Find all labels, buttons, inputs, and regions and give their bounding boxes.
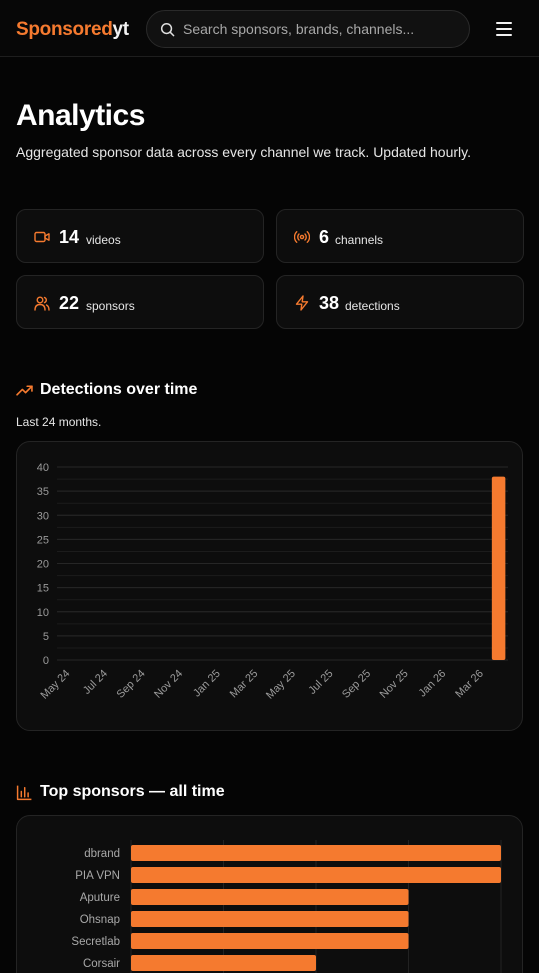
sponsor-bar bbox=[131, 955, 316, 971]
x-tick-label: Sep 25 bbox=[340, 668, 373, 701]
sponsor-label: PIA VPN bbox=[75, 870, 120, 882]
x-tick-label: Nov 24 bbox=[152, 668, 185, 701]
sponsor-bar bbox=[131, 911, 409, 927]
x-tick-label: Jul 24 bbox=[81, 668, 110, 697]
sponsor-label: Aputure bbox=[80, 892, 120, 904]
sponsor-bar bbox=[131, 845, 501, 861]
y-tick-label: 25 bbox=[37, 534, 49, 546]
section-title-text: Top sponsors — all time bbox=[40, 783, 225, 800]
x-tick-label: Jan 25 bbox=[191, 668, 223, 700]
detections-section-title: Detections over time bbox=[16, 381, 316, 401]
stat-value: 6 bbox=[319, 227, 330, 247]
stat-card-channels: 6 channels bbox=[276, 209, 524, 263]
search-input[interactable] bbox=[183, 11, 463, 47]
sponsor-label: Corsair bbox=[83, 958, 120, 970]
page-subtitle: Aggregated sponsor data across every cha… bbox=[16, 144, 471, 160]
x-tick-label: Mar 26 bbox=[453, 668, 486, 701]
logo-part-sponsored: Sponsored bbox=[16, 19, 113, 40]
y-tick-label: 15 bbox=[37, 583, 49, 595]
top-header: Sponsoredyt bbox=[0, 0, 539, 57]
users-icon bbox=[34, 296, 50, 311]
stat-card-detections: 38 detections bbox=[276, 275, 524, 329]
y-tick-label: 40 bbox=[37, 462, 49, 474]
sponsor-bar bbox=[131, 889, 409, 905]
stat-label: detections bbox=[345, 299, 400, 313]
stat-value: 14 bbox=[59, 227, 80, 247]
top-sponsors-chart: dbrand PIA VPN Aputure Ohsnap Secretlab Corsa… bbox=[71, 840, 502, 973]
x-tick-label: May 25 bbox=[264, 668, 298, 702]
menu-icon bbox=[496, 22, 512, 36]
logo-part-yt: yt bbox=[112, 19, 130, 40]
x-tick-label: Mar 25 bbox=[228, 668, 261, 701]
stat-label: videos bbox=[86, 233, 121, 247]
video-icon bbox=[34, 231, 50, 243]
y-tick-label: 35 bbox=[37, 486, 49, 498]
stat-card-sponsors: 22 sponsors bbox=[16, 275, 264, 329]
section-title-text: Detections over time bbox=[40, 381, 198, 398]
sponsor-label: dbrand bbox=[84, 848, 120, 860]
detections-section-note: Last 24 months. bbox=[16, 415, 102, 429]
sponsor-label: Ohsnap bbox=[80, 914, 120, 926]
x-tick-label: Jul 25 bbox=[306, 668, 335, 697]
search-icon bbox=[160, 22, 175, 37]
detections-over-time-chart: 0 5 10 15 20 25 30 35 40 May 24 Jul 24 Sep 24 Nov 24… bbox=[37, 462, 508, 702]
sponsor-bar bbox=[131, 933, 409, 949]
trending-up-icon bbox=[16, 385, 33, 396]
y-tick-label: 10 bbox=[37, 607, 49, 619]
top-sponsors-chart-card: dbrand PIA VPN Aputure Ohsnap Secretlab Corsa… bbox=[16, 815, 523, 973]
broadcast-icon bbox=[294, 231, 310, 243]
detections-chart-card: 0 5 10 15 20 25 30 35 40 May 24 Jul 24 Sep 24 Nov 24… bbox=[16, 441, 523, 731]
search-bar[interactable] bbox=[146, 10, 470, 48]
lightning-icon bbox=[295, 295, 309, 311]
bar-chart-icon bbox=[16, 785, 32, 801]
x-tick-label: May 24 bbox=[39, 668, 73, 702]
x-tick-label: Nov 25 bbox=[378, 668, 411, 701]
stat-value: 22 bbox=[59, 293, 80, 313]
x-tick-label: Jan 26 bbox=[417, 668, 449, 700]
sponsor-bar bbox=[131, 867, 501, 883]
chart-bar bbox=[491, 476, 506, 660]
site-logo[interactable]: Sponsoredyt bbox=[16, 19, 129, 41]
sponsors-section-title: Top sponsors — all time bbox=[16, 783, 316, 803]
y-tick-label: 20 bbox=[37, 559, 49, 571]
y-tick-label: 5 bbox=[43, 631, 49, 643]
y-tick-label: 0 bbox=[43, 655, 49, 667]
stat-label: sponsors bbox=[86, 299, 135, 313]
stat-card-videos: 14 videos bbox=[16, 209, 264, 263]
x-tick-label: Sep 24 bbox=[115, 668, 148, 701]
stat-label: channels bbox=[335, 233, 384, 247]
stat-value: 38 bbox=[319, 293, 340, 313]
hamburger-menu-button[interactable] bbox=[492, 18, 516, 40]
page-title: Analytics bbox=[16, 99, 145, 132]
sponsor-label: Secretlab bbox=[71, 936, 120, 948]
y-tick-label: 30 bbox=[37, 510, 49, 522]
